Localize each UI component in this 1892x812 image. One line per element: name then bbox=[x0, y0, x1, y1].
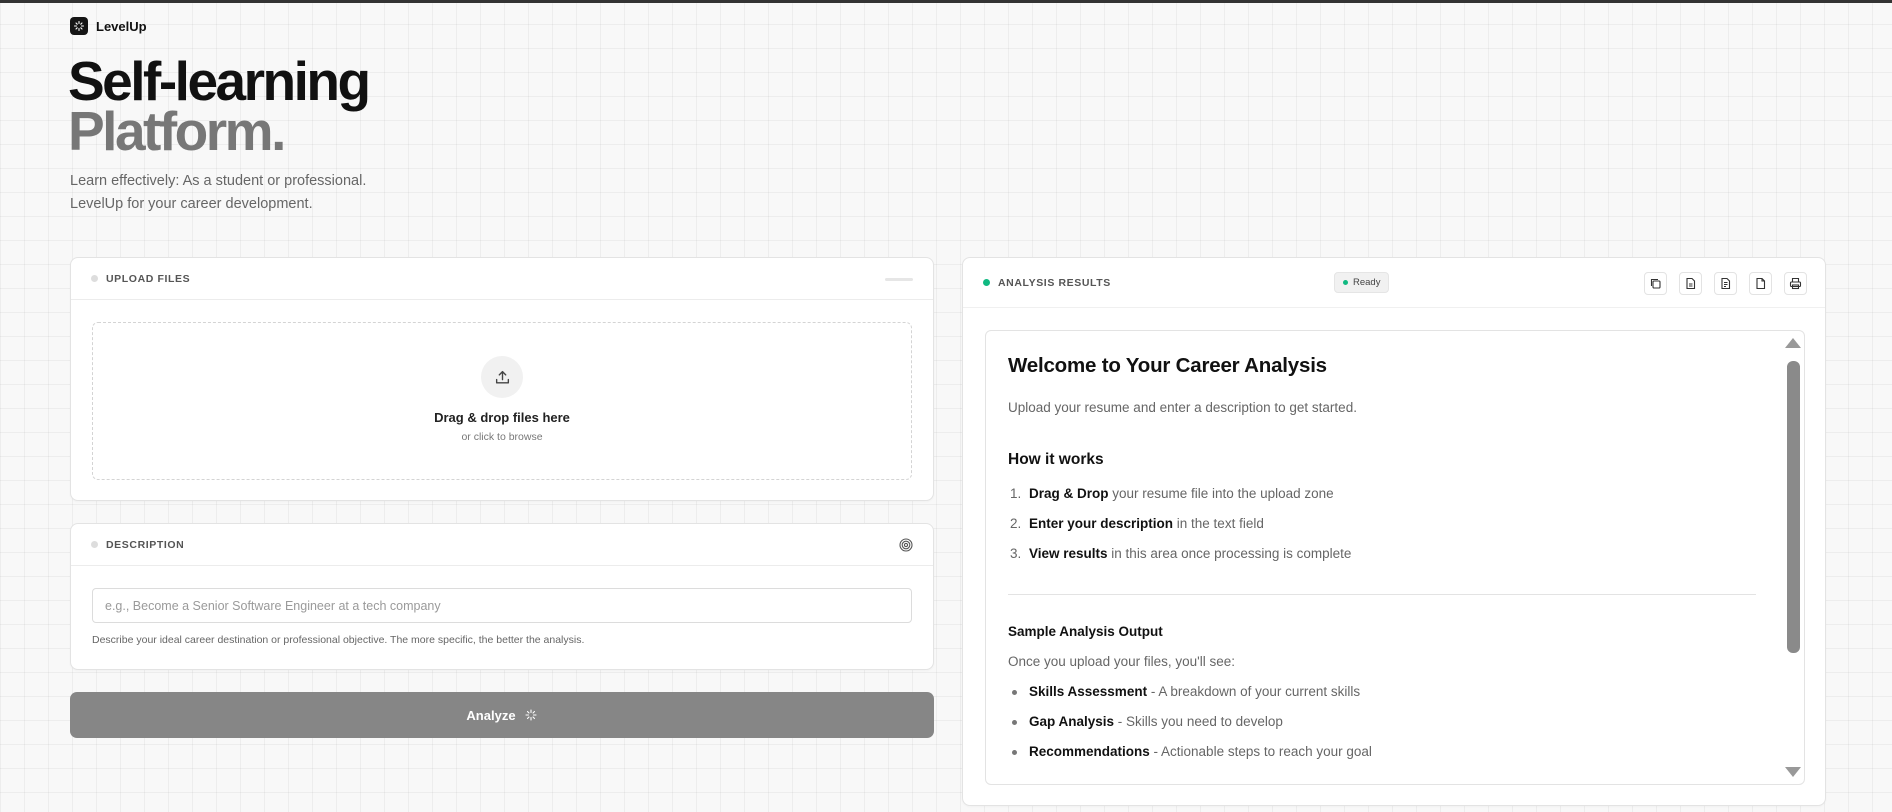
sparkle-icon bbox=[525, 709, 537, 721]
scrollbar-thumb[interactable] bbox=[1787, 361, 1800, 653]
dropzone-title: Drag & drop files here bbox=[434, 410, 570, 425]
steps-list: 1. Drag & Drop your resume file into the … bbox=[1008, 479, 1754, 569]
print-button[interactable] bbox=[1784, 272, 1807, 295]
hero-subtitle: Learn effectively: As a student or profe… bbox=[70, 170, 366, 216]
career-goal-input[interactable] bbox=[92, 588, 912, 623]
sample-output-intro: Once you upload your files, you'll see: bbox=[1008, 654, 1235, 669]
upload-icon bbox=[481, 356, 523, 398]
list-item: 2. Enter your description in the text fie… bbox=[1008, 509, 1754, 539]
hero-title-secondary: Platform. bbox=[68, 100, 286, 162]
step-text: in the text field bbox=[1173, 516, 1264, 531]
export-document-button[interactable] bbox=[1679, 272, 1702, 295]
list-item: Recommendations - Actionable steps to re… bbox=[1008, 737, 1754, 767]
bullet-icon bbox=[1012, 720, 1017, 725]
list-item: Gap Analysis - Skills you need to develo… bbox=[1008, 707, 1754, 737]
bullet-text: - A breakdown of your current skills bbox=[1147, 684, 1361, 699]
results-content[interactable]: Welcome to Your Career Analysis Upload y… bbox=[985, 330, 1805, 785]
file-icon bbox=[1756, 277, 1766, 290]
top-border bbox=[0, 0, 1892, 3]
status-dot bbox=[91, 541, 98, 548]
export-file-button[interactable] bbox=[1749, 272, 1772, 295]
document-text-icon bbox=[1721, 277, 1731, 290]
subtitle-line: LevelUp for your career development. bbox=[70, 196, 313, 212]
bullet-text: - Skills you need to develop bbox=[1114, 714, 1283, 729]
print-icon bbox=[1789, 277, 1802, 290]
results-title: ANALYSIS RESULTS bbox=[998, 276, 1111, 289]
status-badge: Ready bbox=[1334, 272, 1390, 293]
results-card: ANALYSIS RESULTS Ready Welcome to Your C… bbox=[962, 257, 1826, 806]
description-title: DESCRIPTION bbox=[106, 538, 185, 551]
copy-button[interactable] bbox=[1644, 272, 1667, 295]
step-number: 1. bbox=[1010, 486, 1022, 501]
export-text-button[interactable] bbox=[1714, 272, 1737, 295]
dropzone-subtitle: or click to browse bbox=[461, 431, 543, 443]
step-bold: Enter your description bbox=[1029, 516, 1174, 531]
analyze-button[interactable]: Analyze bbox=[70, 692, 934, 738]
progress-indicator bbox=[885, 278, 913, 281]
step-text: in this area once processing is complete bbox=[1107, 546, 1352, 561]
results-scroll-area: Welcome to Your Career Analysis Upload y… bbox=[986, 331, 1804, 767]
description-card: DESCRIPTION Describe your ideal career d… bbox=[70, 523, 934, 670]
results-toolbar bbox=[1644, 272, 1807, 295]
upload-card: UPLOAD FILES Drag & drop files here or c… bbox=[70, 257, 934, 501]
status-dot bbox=[91, 275, 98, 282]
copy-icon bbox=[1650, 278, 1661, 289]
how-it-works-heading: How it works bbox=[1008, 451, 1104, 468]
logo-sparkle-icon bbox=[70, 17, 88, 35]
status-text: Ready bbox=[1353, 277, 1381, 288]
step-number: 3. bbox=[1010, 546, 1022, 561]
list-item: 1. Drag & Drop your resume file into the … bbox=[1008, 479, 1754, 509]
results-heading: Welcome to Your Career Analysis bbox=[1008, 354, 1327, 377]
brand-name: LevelUp bbox=[96, 18, 147, 34]
brand[interactable]: LevelUp bbox=[70, 17, 147, 35]
document-icon bbox=[1686, 277, 1696, 290]
step-number: 2. bbox=[1010, 516, 1022, 531]
bullet-bold: Skills Assessment bbox=[1029, 684, 1148, 699]
sample-output-heading: Sample Analysis Output bbox=[1008, 624, 1163, 639]
step-bold: View results bbox=[1029, 546, 1108, 561]
analyze-label: Analyze bbox=[466, 707, 516, 723]
results-card-header: ANALYSIS RESULTS Ready bbox=[963, 258, 1825, 308]
step-text: your resume file into the upload zone bbox=[1108, 486, 1334, 501]
bullet-bold: Recommendations bbox=[1029, 744, 1150, 759]
list-item: 3. View results in this area once process… bbox=[1008, 539, 1754, 569]
bullet-text: - Actionable steps to reach your goal bbox=[1149, 744, 1372, 759]
status-dot bbox=[983, 279, 990, 286]
bullet-bold: Gap Analysis bbox=[1029, 714, 1115, 729]
status-badge-dot bbox=[1343, 280, 1348, 285]
divider bbox=[1008, 594, 1756, 595]
target-icon bbox=[899, 538, 913, 552]
upload-card-header: UPLOAD FILES bbox=[71, 258, 933, 300]
bullet-icon bbox=[1012, 750, 1017, 755]
scroll-up-arrow-icon[interactable] bbox=[1785, 338, 1801, 348]
sample-output-list: Skills Assessment - A breakdown of your … bbox=[1008, 677, 1754, 767]
scrollbar[interactable] bbox=[1782, 331, 1804, 784]
file-dropzone[interactable]: Drag & drop files here or click to brows… bbox=[92, 322, 912, 480]
bullet-icon bbox=[1012, 690, 1017, 695]
description-help-text: Describe your ideal career destination o… bbox=[92, 634, 585, 646]
step-bold: Drag & Drop bbox=[1029, 486, 1109, 501]
list-item: Skills Assessment - A breakdown of your … bbox=[1008, 677, 1754, 707]
scroll-down-arrow-icon[interactable] bbox=[1785, 767, 1801, 777]
description-card-header: DESCRIPTION bbox=[71, 524, 933, 566]
results-intro: Upload your resume and enter a descripti… bbox=[1008, 400, 1357, 415]
upload-title: UPLOAD FILES bbox=[106, 272, 191, 285]
subtitle-line: Learn effectively: As a student or profe… bbox=[70, 173, 367, 189]
